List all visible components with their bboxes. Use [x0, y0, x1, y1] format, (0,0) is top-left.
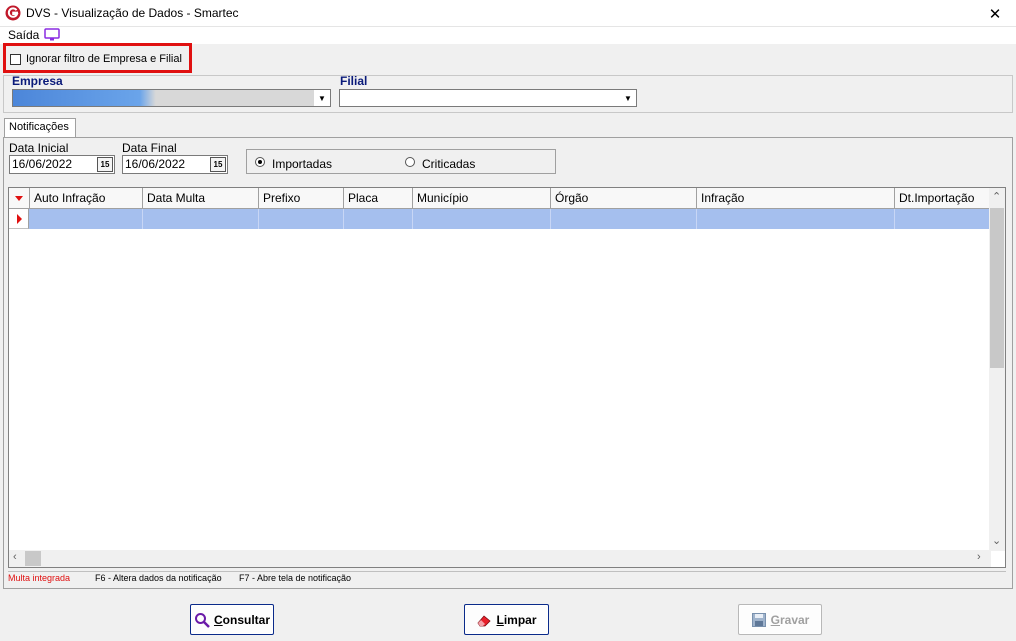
vertical-scrollbar[interactable]: ⌃ ⌄ — [989, 188, 1005, 551]
title-bar: DVS - Visualização de Dados - Smartec ✕ — [0, 0, 1016, 27]
data-inicial-value: 16/06/2022 — [12, 157, 73, 171]
col-placa[interactable]: Placa — [344, 188, 413, 209]
calendar-icon[interactable]: 15 — [210, 157, 226, 172]
data-final-input[interactable]: 16/06/2022 15 — [122, 155, 228, 174]
empresa-label: Empresa — [12, 74, 63, 88]
horizontal-scroll-thumb[interactable] — [25, 551, 41, 566]
window-title: DVS - Visualização de Dados - Smartec — [26, 6, 239, 20]
scroll-up-icon[interactable]: ⌃ — [992, 190, 1001, 203]
data-inicial-label: Data Inicial — [9, 141, 69, 155]
data-final-label: Data Final — [122, 141, 177, 155]
save-icon — [751, 612, 766, 627]
col-prefixo[interactable]: Prefixo — [259, 188, 344, 209]
app-logo-icon — [5, 5, 21, 21]
scroll-down-icon[interactable]: ⌄ — [992, 534, 1001, 547]
radio-importadas[interactable] — [255, 157, 265, 167]
scroll-left-icon[interactable]: ‹ — [13, 551, 17, 563]
close-icon[interactable]: ✕ — [974, 0, 1016, 27]
status-hint-f6: F6 - Altera dados da notificação — [95, 573, 222, 583]
monitor-icon[interactable] — [44, 28, 60, 42]
col-dt-importacao[interactable]: Dt.Importação — [895, 188, 991, 209]
grid-corner[interactable] — [9, 188, 30, 209]
status-legend-integrada: Multa integrada — [8, 573, 71, 583]
grid-header: Auto Infração Data Multa Prefixo Placa M… — [9, 188, 991, 209]
col-data-multa[interactable]: Data Multa — [143, 188, 259, 209]
sort-down-icon — [15, 196, 23, 201]
chevron-down-icon[interactable]: ▼ — [314, 90, 330, 106]
row-indicator[interactable] — [9, 209, 29, 229]
data-final-value: 16/06/2022 — [125, 157, 186, 171]
radio-criticadas[interactable] — [405, 157, 415, 167]
vertical-scroll-thumb[interactable] — [990, 208, 1004, 368]
gravar-button[interactable]: Gravar — [738, 604, 822, 635]
filial-select[interactable]: ▼ — [339, 89, 637, 107]
chevron-down-icon[interactable]: ▼ — [620, 90, 636, 106]
table-row[interactable] — [29, 209, 991, 229]
col-infracao[interactable]: Infração — [697, 188, 895, 209]
consultar-label: Consultar — [213, 612, 270, 627]
current-row-arrow-icon — [17, 214, 22, 224]
limpar-button[interactable]: Limpar — [464, 604, 549, 635]
data-grid[interactable]: Auto Infração Data Multa Prefixo Placa M… — [8, 187, 1006, 568]
filial-label: Filial — [340, 74, 368, 88]
horizontal-scrollbar[interactable]: ‹ › — [9, 550, 991, 567]
consultar-button[interactable]: Consultar — [190, 604, 274, 635]
eraser-icon — [477, 614, 492, 626]
data-inicial-input[interactable]: 16/06/2022 15 — [9, 155, 115, 174]
search-icon — [194, 612, 210, 628]
col-auto-infracao[interactable]: Auto Infração — [30, 188, 143, 209]
col-municipio[interactable]: Município — [413, 188, 551, 209]
radio-importadas-label[interactable]: Importadas — [272, 157, 332, 171]
col-orgao[interactable]: Órgão — [551, 188, 697, 209]
gravar-label: Gravar — [770, 612, 810, 627]
limpar-label: Limpar — [496, 612, 537, 627]
ignore-filter-label[interactable]: Ignorar filtro de Empresa e Filial — [26, 53, 182, 65]
status-hint-f7: F7 - Abre tela de notificação — [239, 573, 352, 583]
radio-criticadas-label[interactable]: Criticadas — [422, 157, 475, 171]
ignore-filter-checkbox[interactable] — [10, 54, 21, 65]
tab-notificacoes[interactable]: Notificações — [4, 118, 76, 137]
scroll-right-icon[interactable]: › — [977, 551, 981, 563]
calendar-icon[interactable]: 15 — [97, 157, 113, 172]
menu-bar: Saída — [0, 27, 1016, 44]
menu-item-saida[interactable]: Saída — [8, 28, 39, 42]
empresa-select[interactable]: ▼ — [12, 89, 331, 107]
